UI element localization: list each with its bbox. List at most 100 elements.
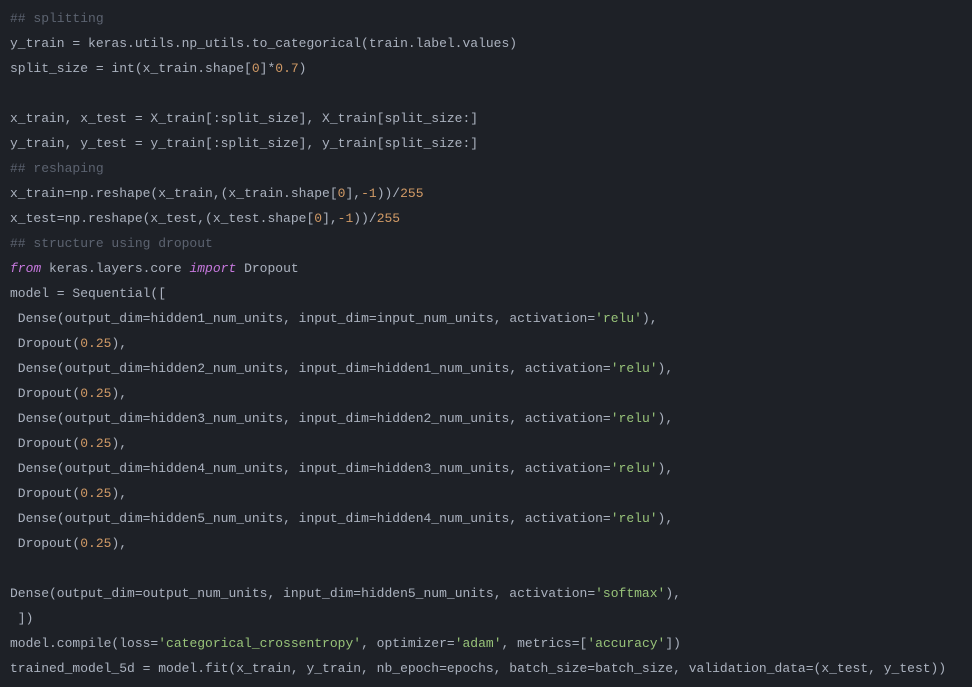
code-text: Dense(output_dim= <box>10 586 143 601</box>
string-literal: 'categorical_crossentropy' <box>158 636 361 651</box>
code-text: model = Sequential([ <box>10 286 166 301</box>
blank-line <box>10 81 962 106</box>
number-literal: 0 <box>314 211 322 226</box>
code-text: , input_dim= <box>283 311 377 326</box>
code-line: Dense(output_dim=hidden3_num_units, inpu… <box>10 406 962 431</box>
comment: ## structure using dropout <box>10 236 213 251</box>
code-line: trained_model_5d = model.fit(x_train, y_… <box>10 656 962 681</box>
code-text: y_train = keras.utils.np_utils.to_catego… <box>10 36 517 51</box>
string-literal: 'relu' <box>595 311 642 326</box>
code-text: Dropout( <box>10 386 80 401</box>
code-text: , input_dim= <box>283 361 377 376</box>
code-text: ), <box>658 511 674 526</box>
code-text: , input_dim= <box>283 411 377 426</box>
blank-line <box>10 556 962 581</box>
number-literal: 0.25 <box>80 336 111 351</box>
code-text: keras.layers.core <box>41 261 189 276</box>
comment: ## splitting <box>10 11 104 26</box>
code-text: , input_dim= <box>283 461 377 476</box>
code-text: ), <box>111 436 127 451</box>
code-text: trained_model_5d = model.fit(x_train, y_… <box>10 661 946 676</box>
code-text: , activation= <box>509 411 610 426</box>
code-text: , activation= <box>494 311 595 326</box>
code-text: Dense(output_dim= <box>10 361 150 376</box>
code-text: ]) <box>665 636 681 651</box>
code-text: split_size = int(x_train.shape[ <box>10 61 252 76</box>
string-literal: 'softmax' <box>595 586 665 601</box>
code-text: Dense(output_dim= <box>10 511 150 526</box>
code-text: ), <box>658 411 674 426</box>
comment: ## reshaping <box>10 161 104 176</box>
code-text: ))/ <box>377 186 400 201</box>
code-line: Dropout(0.25), <box>10 481 962 506</box>
code-text: hidden1_num_units <box>150 311 283 326</box>
code-text: Dropout( <box>10 436 80 451</box>
number-literal: 0.25 <box>80 486 111 501</box>
code-text: , activation= <box>509 511 610 526</box>
code-text: , activation= <box>509 461 610 476</box>
number-literal: 0.25 <box>80 436 111 451</box>
code-text: Dense(output_dim= <box>10 411 150 426</box>
code-text: ), <box>658 361 674 376</box>
number-literal: 255 <box>377 211 400 226</box>
code-text: Dropout <box>236 261 298 276</box>
keyword-from: from <box>10 261 41 276</box>
code-line: y_train, y_test = y_train[:split_size], … <box>10 131 962 156</box>
code-text: hidden4_num_units <box>377 511 510 526</box>
code-text: x_train=np.reshape(x_train,(x_train.shap… <box>10 186 338 201</box>
code-line: split_size = int(x_train.shape[0]*0.7) <box>10 56 962 81</box>
number-literal: 0.25 <box>80 386 111 401</box>
code-line: ## structure using dropout <box>10 231 962 256</box>
string-literal: 'accuracy' <box>587 636 665 651</box>
code-text: ), <box>111 536 127 551</box>
code-line: Dense(output_dim=hidden4_num_units, inpu… <box>10 456 962 481</box>
code-line: x_train=np.reshape(x_train,(x_train.shap… <box>10 181 962 206</box>
code-line: ## reshaping <box>10 156 962 181</box>
string-literal: 'relu' <box>611 461 658 476</box>
code-line: Dense(output_dim=output_num_units, input… <box>10 581 962 606</box>
code-text: ))/ <box>353 211 376 226</box>
code-text: ], <box>345 186 361 201</box>
code-text: , optimizer= <box>361 636 455 651</box>
number-literal: -1 <box>338 211 354 226</box>
code-line: model = Sequential([ <box>10 281 962 306</box>
code-text: y_train, y_test = y_train[:split_size], … <box>10 136 478 151</box>
code-text: Dropout( <box>10 336 80 351</box>
code-text: hidden5_num_units <box>150 511 283 526</box>
code-text: Dropout( <box>10 486 80 501</box>
code-text: model.compile(loss= <box>10 636 158 651</box>
string-literal: 'relu' <box>611 411 658 426</box>
code-text: ), <box>658 461 674 476</box>
code-text: ), <box>665 586 681 601</box>
code-text: ), <box>111 336 127 351</box>
code-text: Dense(output_dim= <box>10 311 150 326</box>
code-line: ## splitting <box>10 6 962 31</box>
keyword-import: import <box>189 261 236 276</box>
code-text: Dropout( <box>10 536 80 551</box>
code-text: x_train, x_test = X_train[:split_size], … <box>10 111 478 126</box>
code-text: hidden1_num_units <box>377 361 510 376</box>
code-editor[interactable]: ## splitting y_train = keras.utils.np_ut… <box>10 6 962 681</box>
code-text: , activation= <box>509 361 610 376</box>
code-text: , metrics=[ <box>502 636 588 651</box>
code-text: , input_dim= <box>283 511 377 526</box>
code-text: hidden5_num_units <box>361 586 494 601</box>
code-line: x_train, x_test = X_train[:split_size], … <box>10 106 962 131</box>
code-line: Dropout(0.25), <box>10 431 962 456</box>
code-line: Dense(output_dim=hidden2_num_units, inpu… <box>10 356 962 381</box>
code-text: , activation= <box>494 586 595 601</box>
code-line: model.compile(loss='categorical_crossent… <box>10 631 962 656</box>
code-line: Dropout(0.25), <box>10 331 962 356</box>
code-line: x_test=np.reshape(x_test,(x_test.shape[0… <box>10 206 962 231</box>
code-line: ]) <box>10 606 962 631</box>
number-literal: 255 <box>400 186 423 201</box>
number-literal: -1 <box>361 186 377 201</box>
string-literal: 'relu' <box>611 511 658 526</box>
code-text: hidden3_num_units <box>150 411 283 426</box>
string-literal: 'adam' <box>455 636 502 651</box>
code-line: Dropout(0.25), <box>10 531 962 556</box>
code-line: y_train = keras.utils.np_utils.to_catego… <box>10 31 962 56</box>
code-text: ]* <box>260 61 276 76</box>
code-text: ), <box>111 486 127 501</box>
code-text: ), <box>111 386 127 401</box>
